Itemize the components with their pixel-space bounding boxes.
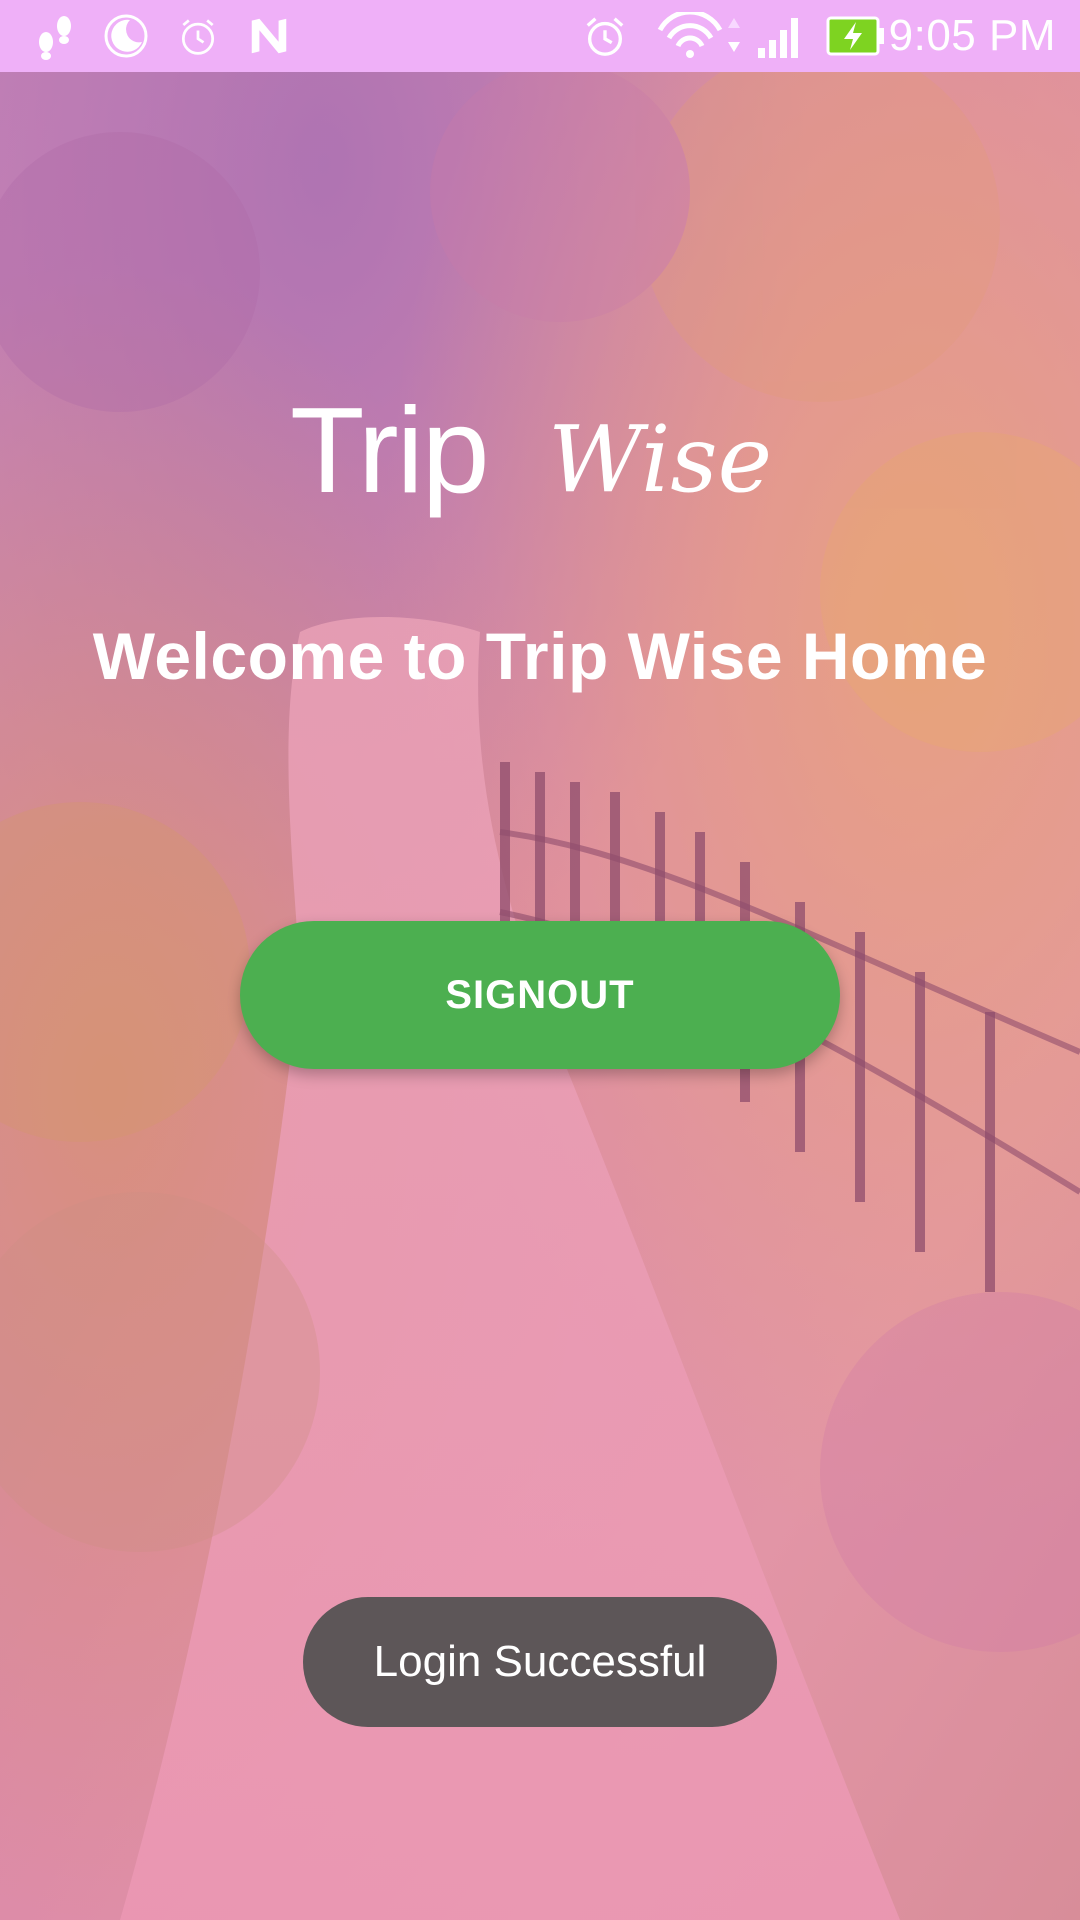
signout-button[interactable]: SIGNOUT: [240, 921, 840, 1069]
logo-trip-text: Trip: [290, 382, 490, 518]
signal-icon: [758, 18, 798, 58]
toast-message: Login Successful: [303, 1597, 777, 1727]
footsteps-icon: [39, 16, 71, 60]
trip-wise-logo: Trip Wise: [290, 380, 773, 520]
status-time: 9:05 PM: [888, 11, 1056, 60]
wifi-icon: [657, 12, 740, 58]
moon-icon: [104, 14, 148, 58]
home-screen: 9:05 PM Trip Wise Welcome to Trip Wise H…: [0, 0, 1080, 1920]
n-notification-icon: [251, 18, 287, 54]
logo-wise-text: Wise: [548, 406, 773, 513]
alarm-clock-icon: [586, 17, 624, 56]
welcome-heading: Welcome to Trip Wise Home: [92, 619, 988, 693]
battery-charging-icon: [826, 16, 884, 56]
alarm-icon: [181, 19, 215, 55]
status-bar: 9:05 PM: [0, 0, 1080, 72]
